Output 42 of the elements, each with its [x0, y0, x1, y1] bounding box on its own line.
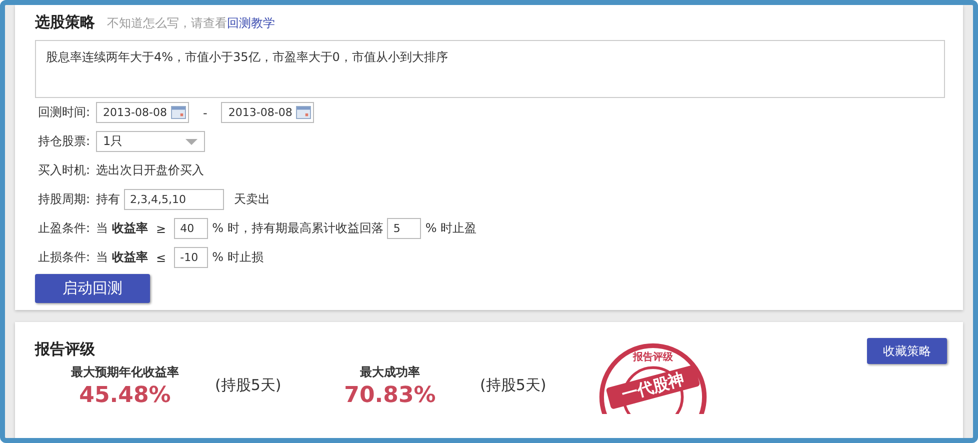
metric-name: 收益率	[112, 220, 148, 237]
field-text: 持有	[96, 191, 120, 208]
field-text: % 时止损	[212, 249, 264, 266]
field-text: 当	[96, 249, 108, 266]
field-label: 买入时机:	[38, 162, 90, 179]
start-backtest-button[interactable]: 启动回测	[35, 274, 150, 303]
field-text: 天卖出	[234, 191, 270, 208]
section-title: 选股策略	[35, 13, 95, 32]
field-label: 持股周期:	[38, 191, 90, 208]
field-label: 止盈条件:	[38, 220, 90, 237]
field-text: 当	[96, 220, 108, 237]
field-label: 回测时间:	[38, 104, 90, 121]
field-label: 止损条件:	[38, 249, 90, 266]
section-title: 报告评级	[35, 340, 95, 358]
caret-icon	[185, 138, 198, 144]
stock-count-dropdown[interactable]: 1只	[96, 131, 206, 152]
strategy-input[interactable]: 股息率连续两年大于4%，市值小于35亿，市盈率大于0，市值从小到大排序	[35, 40, 945, 98]
calendar-icon	[171, 106, 186, 119]
date-field[interactable]: 2013-08-08	[96, 102, 190, 123]
metric-value: 45.48%	[79, 383, 171, 408]
metric-value: 70.83%	[344, 383, 436, 408]
stop-loss-input[interactable]: -10	[174, 247, 208, 268]
take-profit-input[interactable]: 40	[174, 218, 208, 239]
metric-name: 收益率	[112, 249, 148, 266]
operator-text: ≤	[156, 250, 166, 264]
save-strategy-button[interactable]: 收藏策略	[867, 338, 947, 364]
hint-text: 不知道怎么写，请查看	[107, 15, 227, 32]
field-label: 持仓股票:	[38, 133, 90, 150]
tutorial-link[interactable]: 回测教学	[227, 15, 275, 32]
calendar-icon	[296, 106, 312, 119]
field-text: % 时止盈	[425, 220, 477, 237]
metric-label: 最大预期年化收益率	[71, 364, 179, 381]
buy-timing-text: 选出次日开盘价买入	[96, 162, 204, 179]
metric-note: (持股5天)	[215, 376, 282, 395]
field-text: % 时，持有期最高累计收益回落	[212, 220, 384, 237]
holding-period-input[interactable]: 2,3,4,5,10	[124, 189, 224, 210]
metric-note: (持股5天)	[480, 376, 546, 395]
metric-label: 最大成功率	[360, 364, 420, 381]
date-separator: -	[203, 106, 208, 120]
date-field[interactable]: 2013-08-08	[221, 102, 314, 123]
drawdown-input[interactable]: 5	[387, 218, 422, 239]
operator-text: ≥	[156, 222, 166, 236]
